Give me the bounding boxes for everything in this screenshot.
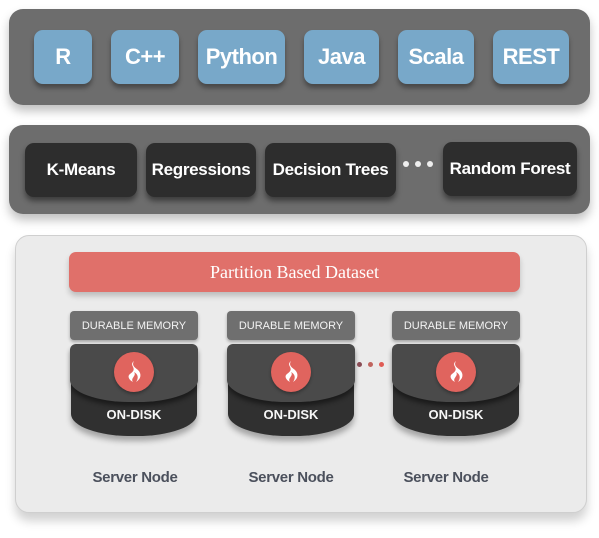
- algorithm-tile-decision-trees: Decision Trees: [265, 143, 396, 197]
- partition-dataset-bar: Partition Based Dataset: [69, 252, 520, 292]
- durable-memory-label: DURABLE MEMORY: [227, 311, 355, 340]
- server-node-1: ON-DISK DURABLE MEMORY: [70, 311, 198, 441]
- flame-icon: [114, 352, 154, 392]
- language-tile-java: Java: [304, 30, 379, 84]
- ellipsis-icon: [403, 161, 433, 167]
- algorithm-tile-random-forest: Random Forest: [443, 142, 577, 196]
- server-node-2: ON-DISK DURABLE MEMORY: [227, 311, 355, 441]
- language-tile-r: R: [34, 30, 92, 84]
- ellipsis-icon: [357, 362, 384, 367]
- language-tile-cpp: C++: [111, 30, 179, 84]
- flame-icon: [271, 352, 311, 392]
- server-node-label: Server Node: [248, 469, 334, 486]
- language-tile-python: Python: [198, 30, 285, 84]
- durable-memory-label: DURABLE MEMORY: [392, 311, 520, 340]
- language-tile-scala: Scala: [398, 30, 474, 84]
- algorithm-tile-regressions: Regressions: [146, 143, 256, 197]
- flame-icon: [436, 352, 476, 392]
- language-tile-rest: REST: [493, 30, 569, 84]
- server-node-3: ON-DISK DURABLE MEMORY: [392, 311, 520, 441]
- algorithm-tile-kmeans: K-Means: [25, 143, 137, 197]
- server-node-label: Server Node: [92, 469, 178, 486]
- durable-memory-label: DURABLE MEMORY: [70, 311, 198, 340]
- server-node-label: Server Node: [403, 469, 489, 486]
